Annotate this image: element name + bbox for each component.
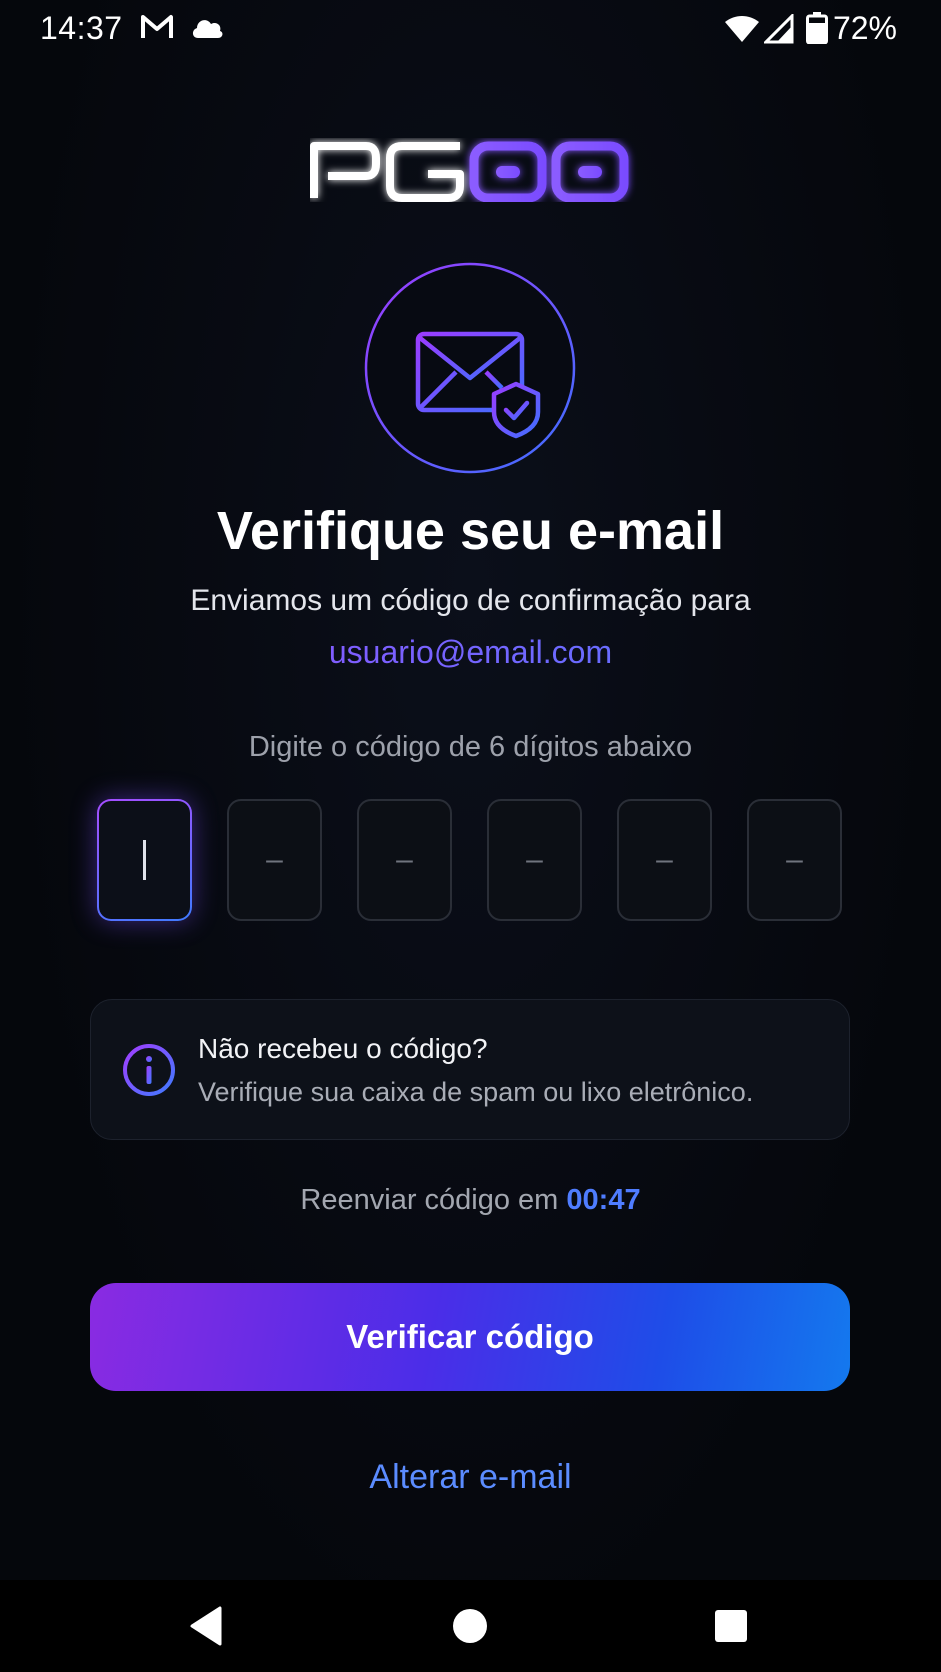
battery-icon	[806, 12, 828, 49]
nav-back-button[interactable]	[178, 1598, 234, 1654]
back-triangle-icon	[190, 1606, 222, 1646]
code-digit-6[interactable]: –	[747, 799, 842, 921]
nav-recents-button[interactable]	[703, 1598, 759, 1654]
home-circle-icon	[453, 1609, 487, 1643]
battery-percentage: 72%	[832, 10, 897, 46]
page-title: Verifique seu e-mail	[216, 501, 725, 561]
resend-timer: 00:47	[566, 1184, 641, 1216]
info-title: Não recebeu o código?	[198, 1033, 488, 1064]
code-digit-5[interactable]: –	[617, 799, 712, 921]
page-subtitle: Enviamos um código de confirmação para	[190, 584, 751, 617]
info-text: Verifique sua caixa de spam ou lixo elet…	[198, 1077, 754, 1107]
mail-shield-illustration	[364, 262, 576, 474]
nav-home-button[interactable]	[442, 1598, 498, 1654]
system-nav-bar	[0, 1580, 941, 1672]
status-time: 14:37	[40, 10, 123, 46]
cloud-icon	[190, 14, 224, 45]
email-verification-screen: 14:37 72% Verifique seu e-mail Enviamos …	[0, 0, 941, 1672]
code-digit-4[interactable]: –	[487, 799, 582, 921]
target-email: usuario@email.com	[0, 634, 941, 671]
pgoo-logo	[310, 138, 640, 203]
resend-label: Reenviar código em	[300, 1184, 559, 1216]
spam-info-card: Não recebeu o código? Verifique sua caix…	[90, 999, 850, 1140]
code-digit-3[interactable]: –	[357, 799, 452, 921]
code-digit-1[interactable]	[97, 799, 192, 921]
text-caret	[143, 840, 146, 880]
otp-code-input: – – – – –	[97, 799, 843, 923]
code-digit-2[interactable]: –	[227, 799, 322, 921]
signal-icon	[762, 12, 794, 49]
wifi-icon	[724, 14, 760, 49]
recents-square-icon	[715, 1610, 747, 1642]
shield-check-icon	[491, 381, 541, 439]
status-bar: 14:37 72%	[0, 0, 941, 56]
gmail-icon	[140, 12, 174, 47]
code-hint: Digite o código de 6 dígitos abaixo	[248, 731, 693, 763]
change-email-link[interactable]: Alterar e-mail	[0, 1458, 941, 1497]
resend-countdown: Reenviar código em 00:47	[0, 1184, 941, 1217]
verify-code-button[interactable]: Verificar código	[90, 1283, 850, 1391]
info-icon	[121, 1042, 177, 1098]
